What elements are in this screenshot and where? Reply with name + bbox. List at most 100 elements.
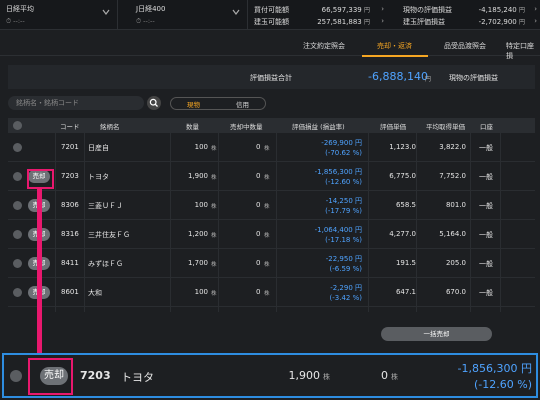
- spot-pl: 現物の評価損益 -4,185,240 円 ›: [403, 5, 537, 14]
- column-divider: [55, 118, 56, 312]
- cell-pl-rate: (-6.59 %): [329, 265, 362, 273]
- table-row[interactable]: 売却 8316 三井住友ＦＧ 1,200 株 0 株 -1,064,400 円 …: [8, 221, 535, 249]
- pl-summary: 評価損益合計 -6,888,140 円 現物の評価損益: [8, 65, 535, 89]
- search-icon: [149, 98, 158, 107]
- bulk-sell-button[interactable]: 一括売却: [381, 327, 492, 341]
- row-radio[interactable]: [13, 172, 22, 181]
- row-radio[interactable]: [13, 143, 22, 152]
- active-tab-indicator: [362, 55, 428, 57]
- tab-sell-repay[interactable]: 売却・返済: [377, 41, 412, 51]
- total-pl-label: 評価損益合計: [250, 74, 292, 82]
- cell-pl-rate: (-3.42 %): [329, 294, 362, 302]
- chevron-right-icon[interactable]: ›: [534, 5, 537, 13]
- column-divider: [84, 118, 85, 312]
- index-name: J日経400: [136, 5, 166, 13]
- cell-selling: 0: [256, 143, 261, 151]
- cell-selling: 0: [256, 230, 261, 238]
- cell-pl: -1,064,400 円: [314, 226, 362, 234]
- market-ticker-bar: 日経平均 ⏱ --:-- J日経400 ⏱ --:-- 買付可能額 66,597…: [0, 0, 540, 30]
- search-button[interactable]: [147, 96, 161, 110]
- chevron-right-icon[interactable]: ›: [534, 17, 537, 25]
- cell-code: 7203: [80, 369, 111, 382]
- cell-pl: -14,250 円: [325, 197, 362, 205]
- chevron-right-icon[interactable]: ›: [381, 17, 384, 25]
- cell-qty: 1,700: [187, 259, 208, 267]
- table-row[interactable]: 売却 8306 三菱ＵＦＪ 100 株 0 株 -14,250 円 (-17.7…: [8, 192, 535, 220]
- cell-qty: 1,900: [187, 172, 208, 180]
- cell-avg: 5,164.0: [439, 230, 466, 238]
- cell-price: 4,277.0: [389, 230, 416, 238]
- column-divider: [416, 118, 417, 312]
- table-header: コード 銘柄名 数量 売却中数量 評価損益 (損益率) 評価単価 平均取得単価 …: [8, 118, 535, 133]
- toggle-margin[interactable]: 信用: [236, 99, 249, 109]
- account-type-toggle[interactable]: [170, 97, 266, 110]
- cell-pl: -22,950 円: [325, 255, 362, 263]
- margin-power: 建玉可能額 257,581,883 円 ›: [254, 17, 384, 26]
- tab-specific-account[interactable]: 特定口座損: [506, 41, 540, 61]
- margin-pl: 建玉評価損益 -2,702,900 円 ›: [403, 17, 537, 26]
- cell-pl: -1,856,300 円: [314, 168, 362, 176]
- table-row[interactable]: 売却 7201 日産自 100 株 0 株 -269,900 円 (-70.62…: [8, 134, 535, 162]
- total-pl-value: -6,888,140: [368, 70, 428, 83]
- index-widget-jpx400[interactable]: J日経400 ⏱ --:--: [130, 0, 248, 30]
- cell-code: 7203: [61, 172, 79, 180]
- cell-pl-rate: (-70.62 %): [325, 149, 362, 157]
- cell-price: 658.5: [395, 201, 416, 209]
- cell-code: 8411: [61, 259, 79, 267]
- column-divider: [170, 118, 171, 312]
- column-divider: [368, 118, 369, 312]
- cell-name: トヨタ: [88, 173, 109, 181]
- cell-qty: 100: [194, 201, 208, 209]
- cell-pl: -269,900 円: [321, 139, 362, 147]
- dropdown-icon[interactable]: [231, 7, 241, 17]
- table-row[interactable]: 売却 8411 みずほＦＧ 1,700 株 0 株 -22,950 円 (-6.…: [8, 250, 535, 278]
- cell-price: 191.5: [395, 259, 416, 267]
- cell-name: トヨタ: [121, 371, 154, 384]
- row-radio[interactable]: [13, 201, 22, 210]
- cell-selling: 0: [256, 259, 261, 267]
- row-radio[interactable]: [10, 370, 22, 382]
- index-widget-nikkei[interactable]: 日経平均 ⏱ --:--: [0, 0, 118, 30]
- cell-code: 8316: [61, 230, 79, 238]
- cell-selling: 0: [256, 201, 261, 209]
- column-divider: [218, 118, 219, 312]
- table-row[interactable]: 売却 8601 大和 100 株 0 株 -2,290 円 (-3.42 %) …: [8, 279, 535, 307]
- row-radio[interactable]: [13, 288, 22, 297]
- cell-selling: 0: [381, 369, 388, 382]
- cell-pl-rate: (-17.79 %): [325, 207, 362, 215]
- select-all-radio[interactable]: [13, 121, 22, 130]
- cell-account: 一般: [479, 202, 493, 210]
- dropdown-icon[interactable]: [101, 7, 111, 17]
- buying-power: 買付可能額 66,597,339 円 ›: [254, 5, 384, 14]
- cell-pl-rate: (-17.18 %): [325, 236, 362, 244]
- cell-qty: 100: [194, 143, 208, 151]
- cell-account: 一般: [479, 144, 493, 152]
- cell-pl: -1,856,300 円: [457, 362, 532, 375]
- cell-name: 日産自: [88, 144, 109, 152]
- search-input[interactable]: 銘柄名・銘柄コード: [8, 96, 144, 110]
- highlight-box-small: [27, 169, 54, 189]
- cell-name: 大和: [88, 289, 102, 297]
- tab-delivery-inquiry[interactable]: 品受品渡照会: [444, 41, 486, 51]
- index-time: ⏱ --:--: [136, 17, 155, 25]
- cell-pl-rate: (-12.60 %): [474, 378, 532, 391]
- tab-order-inquiry[interactable]: 注文約定照会: [303, 41, 345, 51]
- table-row[interactable]: 売却 7203 トヨタ 1,900 株 0 株 -1,856,300 円 (-1…: [8, 163, 535, 191]
- cell-account: 一般: [479, 173, 493, 181]
- cell-avg: 7,752.0: [439, 172, 466, 180]
- cell-avg: 3,822.0: [439, 143, 466, 151]
- cell-price: 647.1: [395, 288, 416, 296]
- row-radio[interactable]: [13, 259, 22, 268]
- cell-avg: 205.0: [445, 259, 466, 267]
- cell-qty: 1,200: [187, 230, 208, 238]
- cell-code: 8306: [61, 201, 79, 209]
- cell-code: 8601: [61, 288, 79, 296]
- toggle-spot[interactable]: 現物: [187, 99, 200, 109]
- cell-selling: 0: [256, 288, 261, 296]
- cell-pl: -2,290 円: [330, 284, 362, 292]
- column-divider: [470, 118, 471, 312]
- highlight-box-large: [28, 358, 73, 395]
- row-radio[interactable]: [13, 230, 22, 239]
- cell-account: 一般: [479, 289, 493, 297]
- chevron-right-icon[interactable]: ›: [381, 5, 384, 13]
